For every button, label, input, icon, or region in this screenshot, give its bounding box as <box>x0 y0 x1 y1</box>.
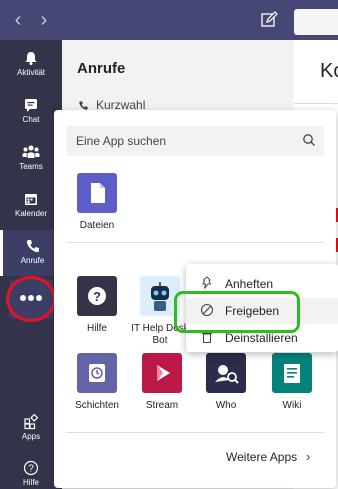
app-name: Schichten <box>75 400 119 411</box>
rail-item-apps[interactable]: Apps <box>0 414 62 460</box>
rail-label: Aktivität <box>16 68 45 77</box>
menu-item-label: Deinstallieren <box>225 331 298 345</box>
rail-label: Apps <box>21 432 41 441</box>
app-rail: Aktivität Chat Teams Kalender Anrufe App… <box>0 40 62 489</box>
app-name: Wiki <box>282 400 302 411</box>
app-name: Stream <box>145 400 179 411</box>
menu-item-label: Anheften <box>225 277 274 291</box>
app-tile-shifts[interactable]: Schichten <box>67 353 127 412</box>
app-tile-stream[interactable]: Stream <box>132 353 192 412</box>
help-icon: ? <box>23 460 39 476</box>
search-icon <box>303 134 315 146</box>
chevron-left-icon[interactable]: ‹ <box>8 9 28 31</box>
rail-item-help[interactable]: ? Hilfe <box>0 460 62 489</box>
annotation-red-circle <box>6 276 56 322</box>
svg-text:?: ? <box>28 464 34 475</box>
annotation-green-box <box>174 291 300 333</box>
clock-icon <box>77 353 117 393</box>
compose-icon[interactable] <box>259 10 279 30</box>
app-tile-who[interactable]: Who <box>196 353 256 412</box>
divider <box>66 242 324 243</box>
pin-icon <box>202 276 212 289</box>
chat-icon <box>25 99 37 112</box>
more-apps-link[interactable]: Weitere Apps <box>226 450 297 464</box>
bell-icon <box>25 52 37 65</box>
rail-label: Kalender <box>14 209 48 218</box>
app-tile-wiki[interactable]: Wiki <box>262 353 322 412</box>
page-title: Anrufe <box>77 60 126 77</box>
app-name: Hilfe <box>86 323 107 334</box>
app-name: Who <box>215 400 237 411</box>
app-name: Dateien <box>79 220 115 231</box>
apps-icon <box>24 414 39 430</box>
play-icon <box>142 353 182 393</box>
file-icon <box>77 173 117 213</box>
rail-item-teams[interactable]: Teams <box>0 144 62 190</box>
content-title: Ko <box>320 60 338 82</box>
divider <box>66 432 324 433</box>
calendar-icon <box>25 194 37 205</box>
rail-label: Chat <box>22 115 40 124</box>
app-search-input[interactable]: Eine App suchen <box>66 126 324 156</box>
chevron-right-icon[interactable]: › <box>306 449 310 464</box>
rail-item-activity[interactable]: Aktivität <box>0 50 62 96</box>
rail-label: Hilfe <box>22 478 39 487</box>
rail-label: Teams <box>19 162 43 171</box>
rail-item-calls[interactable]: Anrufe <box>0 230 62 276</box>
teams-icon <box>22 145 40 158</box>
app-tile-files[interactable]: Dateien <box>67 173 127 232</box>
person-search-icon <box>206 353 246 393</box>
rail-item-chat[interactable]: Chat <box>0 97 62 143</box>
question-icon: ? <box>77 276 117 316</box>
title-bar: ‹ › <box>0 0 338 40</box>
search-bar[interactable] <box>294 9 338 35</box>
app-tile-help[interactable]: ? Hilfe <box>67 276 127 335</box>
content-header: Ko <box>294 40 338 104</box>
phone-icon <box>26 240 39 253</box>
svg-text:?: ? <box>93 289 101 304</box>
wiki-icon <box>272 353 312 393</box>
search-placeholder: Eine App suchen <box>76 134 167 148</box>
chevron-right-icon[interactable]: › <box>34 9 54 31</box>
